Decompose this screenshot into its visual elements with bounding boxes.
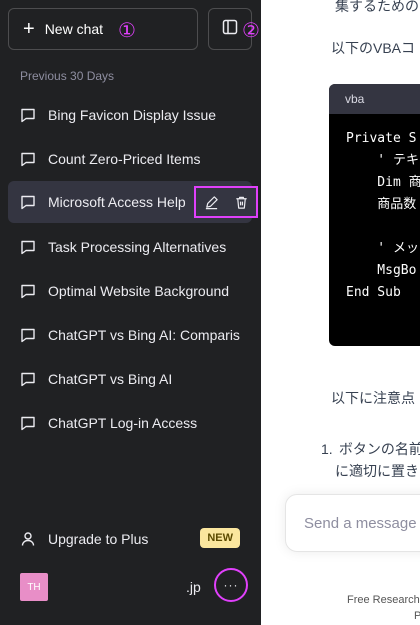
chat-item[interactable]: Optimal Website Background xyxy=(8,270,252,312)
code-line: End Sub xyxy=(346,285,401,300)
user-row: TH .jp ··· xyxy=(8,568,252,610)
code-line: Dim 商 xyxy=(346,175,420,190)
chat-content: 集するための 以下のVBAコ vba Private S ' テキ Dim 商 … xyxy=(261,0,420,625)
user-name[interactable]: .jp xyxy=(186,579,201,595)
message-text: 集するための xyxy=(335,0,419,14)
chat-bubble-icon xyxy=(21,416,35,431)
list-item-text: に適切に置き xyxy=(335,463,419,479)
chat-bubble-icon xyxy=(21,240,35,255)
chat-item-title: Optimal Website Background xyxy=(48,283,230,299)
message-text: 以下のVBAコ xyxy=(331,40,416,56)
chat-bubble-icon xyxy=(21,152,35,167)
code-line: 商品数 xyxy=(346,197,417,212)
sidebar-toggle-icon xyxy=(222,19,238,40)
chat-bubble-icon xyxy=(21,284,35,299)
message-text: 以下に注意点 xyxy=(331,390,415,406)
new-chat-button[interactable]: + New chat xyxy=(8,8,198,50)
chat-item-title: ChatGPT vs Bing AI: Comparis xyxy=(48,327,240,343)
chat-item-title: ChatGPT vs Bing AI xyxy=(48,371,173,387)
avatar[interactable]: TH xyxy=(20,573,48,601)
list-item-text: ボタンの名前 xyxy=(338,441,420,457)
chat-item[interactable]: ChatGPT Log-in Access xyxy=(8,402,252,444)
footer-disclaimer-line2: P xyxy=(414,610,420,622)
code-block: vba Private S ' テキ Dim 商 商品数 ' メッ MsgBo E… xyxy=(329,84,420,346)
upgrade-label: Upgrade to Plus xyxy=(48,531,149,547)
message-input-box[interactable] xyxy=(285,494,420,552)
footer-disclaimer: Free Research xyxy=(347,594,420,606)
user-icon xyxy=(21,532,35,546)
upgrade-to-plus-button[interactable]: Upgrade to Plus NEW xyxy=(8,518,252,560)
message-input[interactable] xyxy=(302,513,420,533)
pencil-icon[interactable] xyxy=(204,195,219,210)
sidebar: + New chat ① ② Previous 30 Days Bing Fav… xyxy=(0,0,283,625)
plus-icon: + xyxy=(23,18,35,40)
chat-actions xyxy=(194,186,258,218)
chat-item[interactable]: ChatGPT vs Bing AI: Comparis xyxy=(8,314,252,356)
trash-icon[interactable] xyxy=(234,195,249,210)
ellipsis-icon[interactable]: ··· xyxy=(214,568,248,602)
chat-item-title: Count Zero-Priced Items xyxy=(48,151,201,167)
chat-item[interactable]: Task Processing Alternatives xyxy=(8,226,252,268)
code-language-label: vba xyxy=(329,84,420,114)
chat-bubble-icon xyxy=(21,372,35,387)
annotation-marker-2: ② xyxy=(242,18,260,42)
code-line: Private S xyxy=(346,131,417,146)
list-number: 1. xyxy=(321,441,333,457)
chat-item[interactable]: ChatGPT vs Bing AI xyxy=(8,358,252,400)
annotation-marker-1: ① xyxy=(118,18,136,42)
chat-bubble-icon xyxy=(21,328,35,343)
chat-bubble-icon xyxy=(21,108,35,123)
chat-item[interactable]: Bing Favicon Display Issue xyxy=(8,94,252,136)
chat-item-title: Task Processing Alternatives xyxy=(48,239,227,255)
code-line: ' テキ xyxy=(346,153,419,168)
code-line: ' メッ xyxy=(346,241,419,256)
new-chat-label: New chat xyxy=(44,21,104,37)
code-body: Private S ' テキ Dim 商 商品数 ' メッ MsgBo End S… xyxy=(329,114,420,304)
chat-item-title: ChatGPT Log-in Access xyxy=(48,415,198,431)
chat-bubble-icon xyxy=(21,195,35,210)
chat-item[interactable]: Count Zero-Priced Items xyxy=(8,138,252,180)
section-label-previous-30-days: Previous 30 Days xyxy=(20,69,115,83)
list-item: 1. ボタンの名前 xyxy=(321,437,420,461)
new-badge: NEW xyxy=(200,528,240,548)
code-line: MsgBo xyxy=(346,263,417,278)
chat-item-title: Bing Favicon Display Issue xyxy=(48,107,217,123)
chat-item-title: Microsoft Access Help xyxy=(48,194,186,210)
